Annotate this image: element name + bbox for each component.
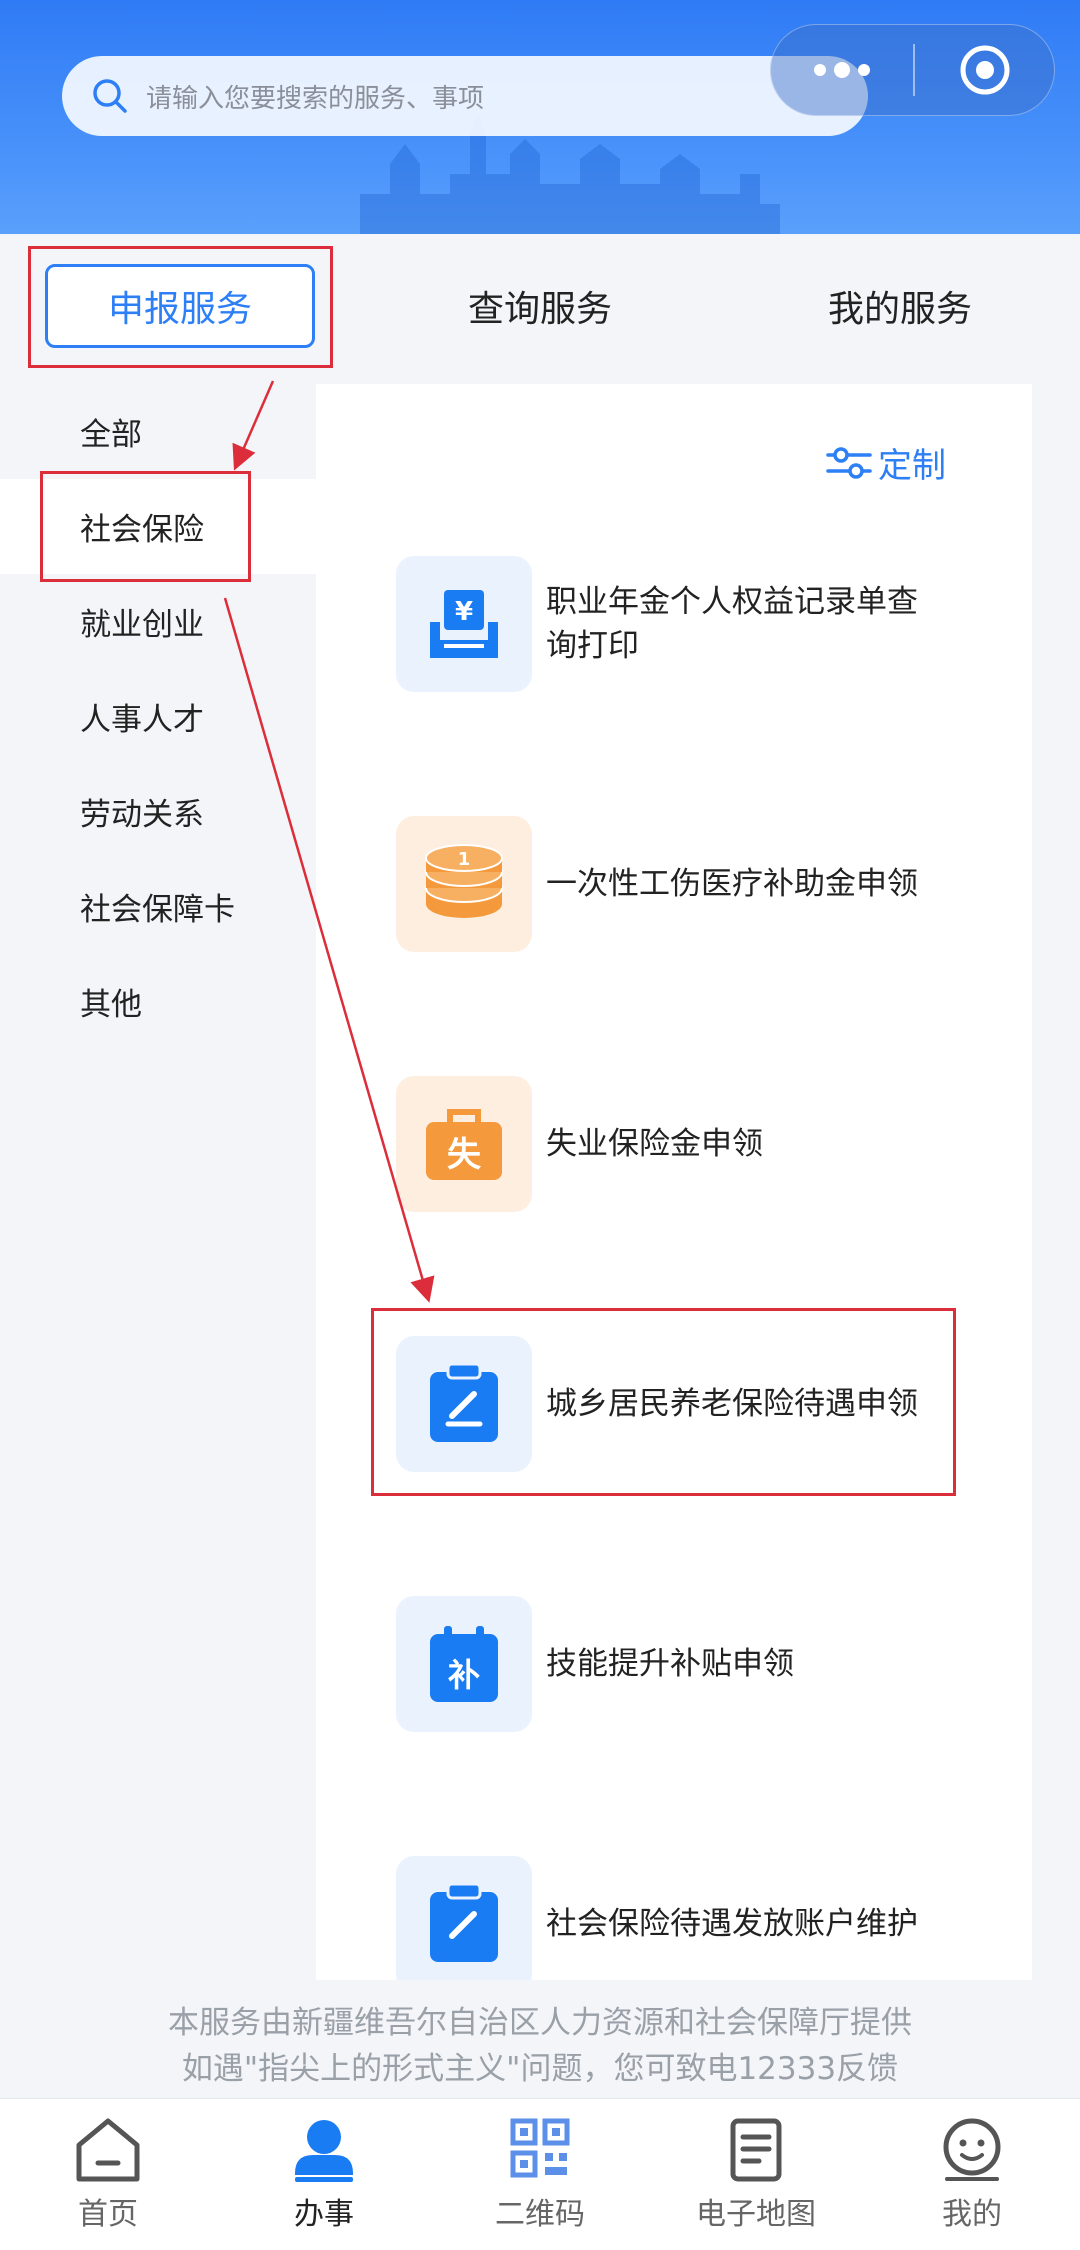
- search-placeholder: 请输入您要搜索的服务、事项: [146, 83, 485, 114]
- dot: [834, 62, 850, 78]
- nav-mine[interactable]: 我的: [864, 2099, 1080, 2250]
- nav-home[interactable]: 首页: [0, 2099, 216, 2250]
- service-item[interactable]: 1 一次性工伤医疗补助金申领: [396, 816, 976, 952]
- category-labor-relations[interactable]: 劳动关系: [0, 764, 316, 859]
- service-item[interactable]: 补 技能提升补贴申领: [396, 1596, 976, 1732]
- bottom-nav: 首页 办事 二维码 电子地图 我的: [0, 2098, 1080, 2250]
- sliders-icon: [826, 446, 872, 479]
- service-item[interactable]: 失 失业保险金申领: [396, 1076, 976, 1212]
- nav-home-label: 首页: [78, 2197, 138, 2232]
- service-name: 职业年金个人权益记录单查询打印: [546, 584, 918, 664]
- customize-label: 定制: [878, 446, 946, 486]
- dot: [858, 64, 870, 76]
- service-tabs: 申报服务 查询服务 我的服务: [0, 234, 1080, 384]
- more-button[interactable]: [771, 25, 913, 115]
- service-name: 失业保险金申领: [546, 1126, 763, 1162]
- service-name: 技能提升补贴申领: [546, 1646, 794, 1682]
- document-icon: [730, 2118, 782, 2182]
- service-name: 一次性工伤医疗补助金申领: [546, 866, 918, 902]
- target-icon: [960, 45, 1009, 95]
- tab-declare-services[interactable]: 申报服务: [45, 264, 315, 348]
- nav-qr-code-label: 二维码: [495, 2197, 585, 2232]
- briefcase-char: 失: [447, 1135, 482, 1175]
- dot: [814, 64, 826, 76]
- person-icon: [295, 2120, 353, 2182]
- svg-text:¥: ¥: [455, 597, 473, 627]
- nav-mine-label: 我的: [942, 2197, 1002, 2232]
- qr-code-icon: [510, 2118, 570, 2178]
- tab-my-services[interactable]: 我的服务: [760, 264, 1040, 348]
- coins-icon: 1: [396, 816, 532, 952]
- clipboard-pen-icon: [396, 1336, 532, 1472]
- nav-map[interactable]: 电子地图: [648, 2099, 864, 2250]
- nav-services-label: 办事: [294, 2197, 354, 2232]
- category-other[interactable]: 其他: [0, 954, 316, 1049]
- service-list-panel: 定制 ¥ 职业年金个人权益记录单查询打印 1 一次性工伤医疗补助金申领 失 失业…: [316, 384, 1032, 1980]
- category-employment[interactable]: 就业创业: [0, 574, 316, 669]
- provider-note-line1: 本服务由新疆维吾尔自治区人力资源和社会保障厅提供: [168, 2005, 912, 2041]
- provider-note: 本服务由新疆维吾尔自治区人力资源和社会保障厅提供 如遇"指尖上的形式主义"问题，…: [0, 2000, 1080, 2092]
- yuan-tray-icon: ¥: [396, 556, 532, 692]
- nav-map-label: 电子地图: [696, 2197, 816, 2232]
- close-button[interactable]: [915, 43, 1054, 97]
- service-item[interactable]: 社会保险待遇发放账户维护: [396, 1856, 976, 1980]
- search-icon: [93, 79, 127, 113]
- nav-services[interactable]: 办事: [216, 2099, 432, 2250]
- header-banner: 请输入您要搜索的服务、事项: [0, 0, 1080, 234]
- category-personnel[interactable]: 人事人才: [0, 669, 316, 764]
- provider-note-line2: 如遇"指尖上的形式主义"问题，您可致电12333反馈: [181, 2051, 899, 2087]
- home-icon: [76, 2118, 140, 2182]
- service-item[interactable]: ¥ 职业年金个人权益记录单查询打印: [396, 556, 976, 692]
- nav-qr-code[interactable]: 二维码: [432, 2099, 648, 2250]
- customize-button[interactable]: 定制: [826, 438, 946, 487]
- service-name: 城乡居民养老保险待遇申领: [546, 1386, 918, 1422]
- clipboard-pen-icon: [396, 1856, 532, 1980]
- miniprogram-capsule: [770, 24, 1055, 116]
- category-all[interactable]: 全部: [0, 384, 316, 479]
- calendar-char: 补: [448, 1656, 480, 1694]
- briefcase-icon: 失: [396, 1076, 532, 1212]
- calendar-icon: 补: [396, 1596, 532, 1732]
- face-icon: [943, 2118, 1001, 2181]
- category-social-insurance[interactable]: 社会保险: [0, 479, 316, 574]
- svg-text:1: 1: [458, 849, 471, 870]
- category-menu: 全部 社会保险 就业创业 人事人才 劳动关系 社会保障卡 其他: [0, 384, 316, 1049]
- service-name: 社会保险待遇发放账户维护: [546, 1906, 918, 1942]
- service-item[interactable]: 城乡居民养老保险待遇申领: [396, 1336, 976, 1472]
- tab-query-services[interactable]: 查询服务: [400, 264, 680, 348]
- category-social-security-card[interactable]: 社会保障卡: [0, 859, 316, 954]
- search-bar[interactable]: 请输入您要搜索的服务、事项: [62, 56, 868, 136]
